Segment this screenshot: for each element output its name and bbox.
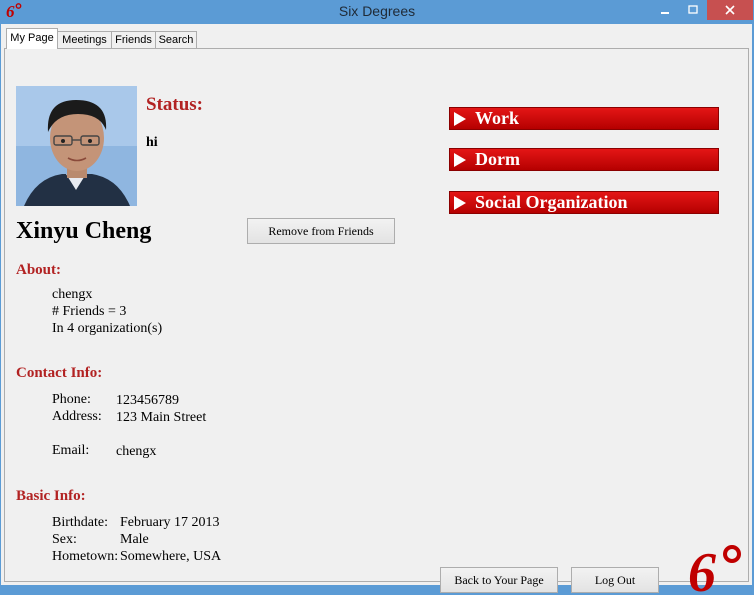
- birthdate-value: February 17 2013: [120, 515, 220, 530]
- profile-name: Xinyu Cheng: [16, 218, 152, 244]
- close-icon: [725, 5, 735, 15]
- basic-info-label: Basic Info:: [16, 488, 86, 504]
- sex-value: Male: [120, 532, 149, 547]
- minimize-button[interactable]: [651, 0, 679, 20]
- phone-label: Phone:: [52, 392, 91, 407]
- status-label: Status:: [146, 94, 204, 115]
- expand-arrow-icon: [454, 195, 466, 210]
- tab-my-page[interactable]: My Page: [6, 28, 58, 49]
- group-button-dorm[interactable]: Dorm: [449, 148, 719, 171]
- about-friends-count: # Friends = 3: [52, 304, 127, 319]
- address-label: Address:: [52, 409, 102, 424]
- hometown-value: Somewhere, USA: [120, 549, 222, 564]
- back-to-your-page-button[interactable]: Back to Your Page: [440, 567, 558, 593]
- phone-value: 123456789: [116, 393, 179, 408]
- group-label: Dorm: [475, 149, 520, 169]
- six-degrees-logo: 6: [688, 543, 741, 595]
- email-label: Email:: [52, 443, 90, 458]
- group-button-work[interactable]: Work: [449, 107, 719, 130]
- tab-meetings[interactable]: Meetings: [57, 31, 112, 48]
- status-value: hi: [146, 135, 158, 150]
- client-area: My Page Meetings Friends Search Status: …: [1, 24, 752, 595]
- tab-friends[interactable]: Friends: [111, 31, 156, 48]
- remove-from-friends-button[interactable]: Remove from Friends: [247, 218, 395, 244]
- about-username: chengx: [52, 287, 93, 302]
- group-label: Social Organization: [475, 192, 628, 212]
- maximize-icon: [688, 5, 698, 14]
- about-label: About:: [16, 262, 62, 278]
- expand-arrow-icon: [454, 152, 466, 167]
- minimize-icon: [661, 12, 669, 14]
- app-window: 6 Six Degrees My Page Meetings Friends S…: [0, 0, 754, 595]
- title-bar[interactable]: 6 Six Degrees: [0, 0, 754, 24]
- address-value: 123 Main Street: [116, 410, 207, 425]
- birthdate-label: Birthdate:: [52, 515, 108, 530]
- my-page-panel: Status: hi Xinyu Cheng Remove from Frien…: [4, 48, 749, 595]
- expand-arrow-icon: [454, 111, 466, 126]
- tab-search[interactable]: Search: [155, 31, 197, 48]
- close-button[interactable]: [707, 0, 753, 20]
- hometown-label: Hometown:: [52, 549, 119, 564]
- svg-text:6: 6: [688, 543, 716, 595]
- maximize-button[interactable]: [679, 0, 707, 20]
- contact-info-label: Contact Info:: [16, 365, 103, 381]
- log-out-button[interactable]: Log Out: [571, 567, 659, 593]
- window-title: Six Degrees: [338, 3, 416, 19]
- email-value: chengx: [116, 444, 157, 459]
- about-organizations: In 4 organization(s): [52, 321, 163, 336]
- profile-photo: [16, 86, 137, 206]
- group-button-social-organization[interactable]: Social Organization: [449, 191, 719, 214]
- group-label: Work: [475, 108, 520, 128]
- sex-label: Sex:: [52, 532, 77, 547]
